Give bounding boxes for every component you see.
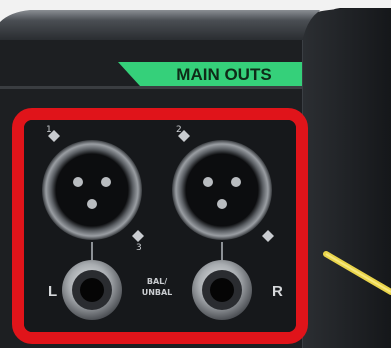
right-channel-label: R: [272, 283, 283, 300]
side-panel: [300, 8, 391, 348]
jack-note-line1: BAL/: [147, 277, 167, 286]
xlr-pin: [203, 177, 213, 187]
jack-note-line2: UNBAL: [142, 288, 173, 297]
quarter-inch-jack-right[interactable]: [192, 260, 252, 320]
pin-mark: 3: [136, 243, 142, 253]
top-bevel: [0, 10, 320, 40]
section-label: MAIN OUTS: [176, 65, 271, 84]
xlr-connector-right[interactable]: [172, 140, 272, 240]
mixer-photo: MAIN OUTS 1 2 3 L R BAL/ UNBAL: [0, 0, 391, 348]
pin-mark: 1: [46, 125, 52, 135]
xlr-pin: [231, 177, 241, 187]
quarter-inch-jack-left[interactable]: [62, 260, 122, 320]
pin-mark: 2: [176, 125, 182, 135]
left-channel-label: L: [48, 283, 57, 300]
xlr-pin: [73, 177, 83, 187]
xlr-connector-left[interactable]: [42, 140, 142, 240]
xlr-pin: [217, 199, 227, 209]
xlr-pin: [101, 177, 111, 187]
panel-seam: [0, 86, 302, 89]
xlr-pin: [87, 199, 97, 209]
